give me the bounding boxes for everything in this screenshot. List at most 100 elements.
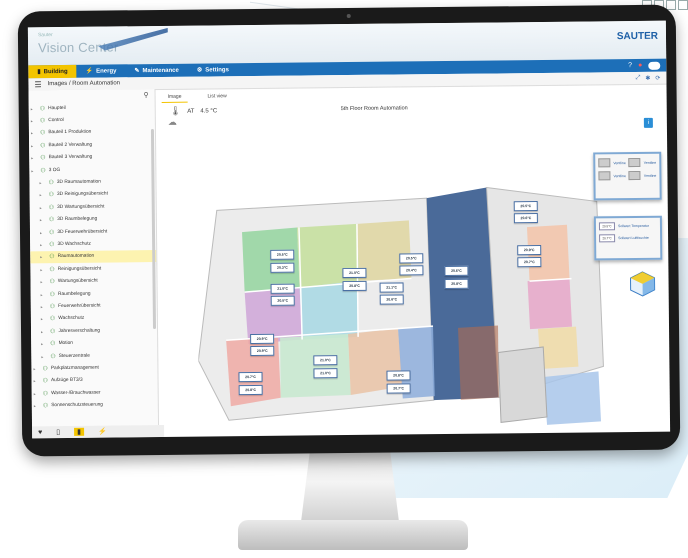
chevron-right-icon[interactable]: ▸ [41,292,47,297]
tree-item-label: Bauteil 2 Verwaltung [48,142,93,149]
document-icon[interactable]: ▯ [56,428,60,436]
tab-settings[interactable]: ⚙ Settings [188,63,238,77]
hamburger-menu-icon[interactable]: ☰ [28,80,47,89]
room-temp-label[interactable]: 20.5°C [270,249,295,260]
room[interactable] [543,371,602,425]
chevron-right-icon[interactable]: ▸ [40,267,46,272]
view-controls: ⤢ ✱ ⟳ [636,74,667,81]
chevron-right-icon[interactable]: ▸ [40,279,46,284]
monitor-stand-base [238,520,468,550]
tab-list-view[interactable]: List view [201,92,232,102]
3d-navigation-cube-icon[interactable] [628,270,656,298]
room-temp-label[interactable]: 20.6°C [379,294,404,305]
building-icon[interactable]: ▮ [74,427,85,436]
room-temp-label[interactable]: 20.6°C [444,265,469,277]
node-icon: ⚇ [48,192,55,199]
heart-icon[interactable]: ♥ [38,429,42,436]
chevron-right-icon[interactable]: ▸ [34,391,40,396]
chevron-right-icon[interactable]: ▸ [34,403,40,408]
chevron-right-icon[interactable]: ▸ [31,106,37,111]
room-temp-label[interactable]: 21.0°C [342,267,367,279]
chevron-right-icon[interactable]: ▸ [40,205,46,210]
legend-card-valves[interactable]: Ventline Ventline Ventline Ventline [593,151,662,201]
chevron-right-icon[interactable]: ▸ [41,316,47,322]
room-temp-label[interactable]: 20.8°C [238,384,263,396]
tree-item[interactable]: ▸ ⚇ Sonnenschutzsteuerung [32,398,158,412]
room[interactable] [527,278,573,330]
tree-item-label: 3D Wachschutz [57,241,91,248]
chevron-right-icon[interactable]: ▸ [40,217,46,222]
chevron-right-icon[interactable]: ▸ [41,354,47,359]
chevron-right-icon[interactable]: ▸ [40,193,46,198]
node-icon: ⚇ [40,143,46,150]
chevron-right-icon[interactable]: ▸ [40,242,46,247]
chevron-right-icon[interactable]: ▸ [31,118,37,123]
chevron-right-icon[interactable]: ▸ [40,255,46,260]
help-icon[interactable]: ? [628,62,632,69]
room-temp-label[interactable]: 20.9°C [250,345,275,357]
node-icon: ⚇ [50,353,56,360]
room-temp-label[interactable]: 20.8°C [386,370,411,381]
legend-text: Sollwert Temperatur [617,223,650,229]
room[interactable] [458,325,499,400]
room-temp-label[interactable]: 20.9°C [250,333,275,345]
chevron-right-icon[interactable]: ▸ [31,131,37,136]
room-temp-label[interactable]: 21.0°C [313,355,338,366]
node-icon: ⚇ [50,328,56,335]
building-icon: ▮ [37,69,41,76]
room-temp-label[interactable]: 20.9°C [517,244,542,256]
refresh-icon[interactable]: ⟳ [655,74,660,81]
room-temp-label[interactable]: 20.7°C [238,371,263,383]
legend-text: Sollwert Luftfeuchte [618,235,649,241]
legend-row: 20.5°C Sollwert Temperatur [598,222,657,231]
tab-label: Maintenance [142,67,179,74]
room-temp-label[interactable]: 20.5°C [270,295,295,306]
chevron-right-icon[interactable]: ▸ [41,341,47,346]
tab-energy[interactable]: ⚡ Energy [77,64,126,78]
room-temp-label[interactable]: 20.5°C [513,201,538,212]
user-toggle[interactable] [648,61,661,70]
room-temp-label[interactable]: 20.8°C [444,278,469,290]
chevron-right-icon[interactable]: ▸ [41,304,47,309]
info-icon[interactable]: i [643,117,653,128]
room-temp-label[interactable]: 20.3°C [270,262,295,273]
room-temp-label[interactable]: 20.8°C [342,280,367,292]
chevron-right-icon[interactable]: ▸ [31,168,37,173]
wrench-icon: ✎ [134,68,140,75]
fullscreen-icon[interactable]: ⤢ [636,74,641,81]
settings-icon[interactable]: ✱ [645,74,650,81]
screen: Sauter Vision Center SAUTER ▮ Building ⚡… [27,20,671,439]
chevron-right-icon[interactable]: ▸ [31,143,37,148]
search-icon[interactable]: ⚲ [143,91,148,99]
legend-card-setpoints[interactable]: 20.5°C Sollwert Temperatur 20.7°C Sollwe… [593,215,663,261]
tab-building[interactable]: ▮ Building [28,64,77,79]
room-temp-label[interactable]: 20.7°C [517,256,542,268]
header-actions: ? ● [628,61,666,70]
room-temp-label[interactable]: 20.4°C [399,265,424,276]
chevron-right-icon[interactable]: ▸ [33,366,39,371]
alarm-icon[interactable]: ● [638,62,642,69]
tab-maintenance[interactable]: ✎ Maintenance [125,64,188,78]
lightning-icon[interactable]: ⚡ [98,428,107,436]
chevron-right-icon[interactable]: ▸ [34,379,40,384]
monitor-bezel: Sauter Vision Center SAUTER ▮ Building ⚡… [17,4,681,457]
chevron-right-icon[interactable]: ▸ [39,180,45,185]
room-temp-label[interactable]: 21.1°C [379,282,404,293]
node-icon: ⚇ [49,254,55,261]
legend-text: Ventline [613,160,626,165]
room-temp-label[interactable]: 20.7°C [386,383,411,394]
tree-item-label: Jahresverschaltung [58,328,101,334]
room[interactable] [280,334,351,398]
chevron-right-icon[interactable]: ▸ [31,156,37,161]
node-icon: ⚇ [42,390,49,397]
room-temp-label[interactable]: 21.0°C [313,368,338,379]
node-icon: ⚇ [39,118,46,125]
tab-image[interactable]: Image [161,92,188,103]
room-temp-label[interactable]: 20.5°C [399,253,424,264]
tree-item-label: Bauteil 3 Verwaltung [48,154,93,161]
room-temp-label[interactable]: 21.0°C [270,283,295,294]
room-temp-label[interactable]: 20.6°C [513,213,538,224]
chevron-right-icon[interactable]: ▸ [41,329,47,334]
legend-text: Ventline [643,160,657,165]
chevron-right-icon[interactable]: ▸ [40,230,46,235]
